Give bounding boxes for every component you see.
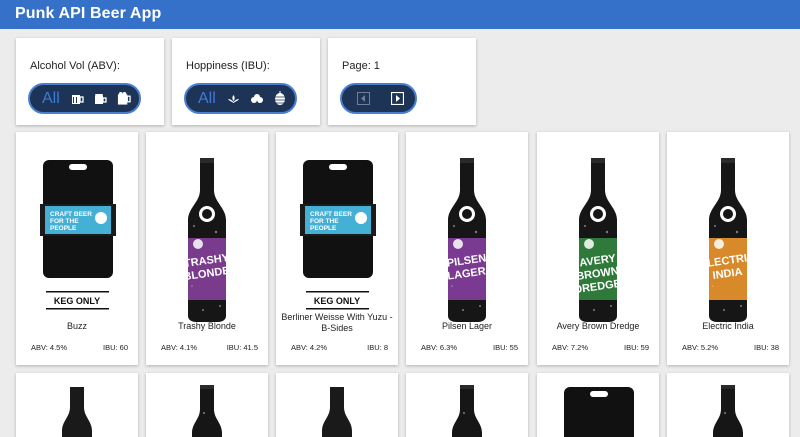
- beer-stats: ABV: 4.5% IBU: 60: [31, 343, 128, 352]
- svg-text:KEG ONLY: KEG ONLY: [314, 296, 360, 306]
- beer-bottle-image: [406, 373, 528, 437]
- beer-name: Pilsen Lager: [441, 321, 493, 331]
- abv-value: ABV: 4.1%: [161, 343, 197, 352]
- abv-value: ABV: 7.2%: [552, 343, 588, 352]
- svg-text:FOR THE: FOR THE: [310, 218, 339, 225]
- beer-card[interactable]: ELECTRIC INDIA Electric India ABV: 5.2% IBU…: [667, 132, 789, 365]
- beer-stats: ABV: 6.3% IBU: 55: [421, 343, 518, 352]
- svg-text:KEG ONLY: KEG ONLY: [54, 296, 100, 306]
- large-mug-icon[interactable]: [117, 91, 131, 106]
- ibu-filter-label: Hoppiness (IBU):: [186, 60, 270, 72]
- svg-text:FOR THE: FOR THE: [50, 218, 79, 225]
- abv-value: ABV: 4.2%: [291, 343, 327, 352]
- beer-card[interactable]: [537, 373, 659, 437]
- ibu-value: IBU: 55: [492, 343, 518, 352]
- beer-card[interactable]: TRASHY BLONDE Trashy Blonde ABV: 4.1% IBU: …: [146, 132, 268, 365]
- ibu-filter-toggle[interactable]: All: [184, 83, 297, 114]
- beer-card[interactable]: [16, 373, 138, 437]
- beer-bottle-image: ELECTRIC INDIA: [667, 146, 789, 326]
- ibu-value: IBU: 38: [753, 343, 779, 352]
- keg-image: CRAFT BEER FOR THE PEOPLE KEG ONLY: [16, 146, 138, 326]
- abv-filter-card: Alcohol Vol (ABV): All: [16, 38, 164, 125]
- beer-card[interactable]: [146, 373, 268, 437]
- beer-bottle-image: PILSEN LAGER: [406, 146, 528, 326]
- svg-text:PEOPLE: PEOPLE: [310, 225, 337, 232]
- abv-value: ABV: 5.2%: [682, 343, 718, 352]
- svg-text:CRAFT BEER: CRAFT BEER: [310, 211, 352, 218]
- beer-card[interactable]: [667, 373, 789, 437]
- abv-filter-label: Alcohol Vol (ABV):: [30, 60, 120, 72]
- page-card: Page: 1: [328, 38, 476, 125]
- beer-card[interactable]: AVERY BROWN DREDGE Avery Brown Dredge ABV: …: [537, 132, 659, 365]
- abv-filter-toggle[interactable]: All: [28, 83, 141, 114]
- beer-bottle-image: [276, 373, 398, 437]
- beer-name: Avery Brown Dredge: [556, 321, 640, 331]
- page-navigation[interactable]: [340, 83, 417, 114]
- hop-leaf-small-icon[interactable]: [227, 92, 241, 106]
- keg-image: CRAFT BEER FOR THE PEOPLE KEG ONLY: [276, 146, 398, 326]
- ibu-value: IBU: 60: [102, 343, 128, 352]
- beer-card[interactable]: CRAFT BEER FOR THE PEOPLE KEG ONLY Berli…: [276, 132, 398, 365]
- mug-icon[interactable]: [94, 92, 108, 106]
- ibu-value: IBU: 41.5: [226, 343, 258, 352]
- beer-stats: ABV: 4.1% IBU: 41.5: [161, 343, 258, 352]
- beer-stats: ABV: 4.2% IBU: 8: [291, 343, 388, 352]
- app-bar: Punk API Beer App: [0, 0, 800, 29]
- beer-card[interactable]: CRAFT BEER FOR THE PEOPLE KEG ONLY Buzz A…: [16, 132, 138, 365]
- app-title: Punk API Beer App: [15, 5, 162, 22]
- hop-cone-icon[interactable]: [273, 91, 287, 106]
- beer-name: Electric India: [702, 321, 754, 331]
- beer-name: Trashy Blonde: [178, 321, 236, 331]
- svg-text:PEOPLE: PEOPLE: [50, 225, 77, 232]
- beer-name: Berliner Weisse With Yuzu - B-Sides: [281, 312, 393, 333]
- beer-card[interactable]: [406, 373, 528, 437]
- hop-leaf-medium-icon[interactable]: [250, 92, 264, 106]
- keg-image: [537, 373, 659, 437]
- beer-bottle-image: [146, 373, 268, 437]
- ibu-all-option[interactable]: All: [198, 90, 216, 108]
- abv-all-option[interactable]: All: [42, 90, 60, 108]
- next-page-icon[interactable]: [390, 92, 404, 106]
- abv-value: ABV: 4.5%: [31, 343, 67, 352]
- page-label: Page: 1: [342, 60, 380, 72]
- ibu-value: IBU: 59: [623, 343, 649, 352]
- abv-value: ABV: 6.3%: [421, 343, 457, 352]
- beer-name: Buzz: [66, 321, 87, 331]
- ibu-value: IBU: 8: [367, 343, 388, 352]
- ibu-filter-card: Hoppiness (IBU): All: [172, 38, 320, 125]
- svg-text:CRAFT BEER: CRAFT BEER: [50, 211, 92, 218]
- prev-page-icon[interactable]: [356, 92, 370, 106]
- beer-card[interactable]: PILSEN LAGER Pilsen Lager ABV: 6.3% IBU: 55: [406, 132, 528, 365]
- beer-stats: ABV: 7.2% IBU: 59: [552, 343, 649, 352]
- beer-card[interactable]: [276, 373, 398, 437]
- beer-bottle-image: [16, 373, 138, 437]
- beer-stats: ABV: 5.2% IBU: 38: [682, 343, 779, 352]
- small-glass-icon[interactable]: [71, 92, 85, 106]
- beer-bottle-image: TRASHY BLONDE: [146, 146, 268, 326]
- beer-bottle-image: [667, 373, 789, 437]
- beer-bottle-image: AVERY BROWN DREDGE: [537, 146, 659, 326]
